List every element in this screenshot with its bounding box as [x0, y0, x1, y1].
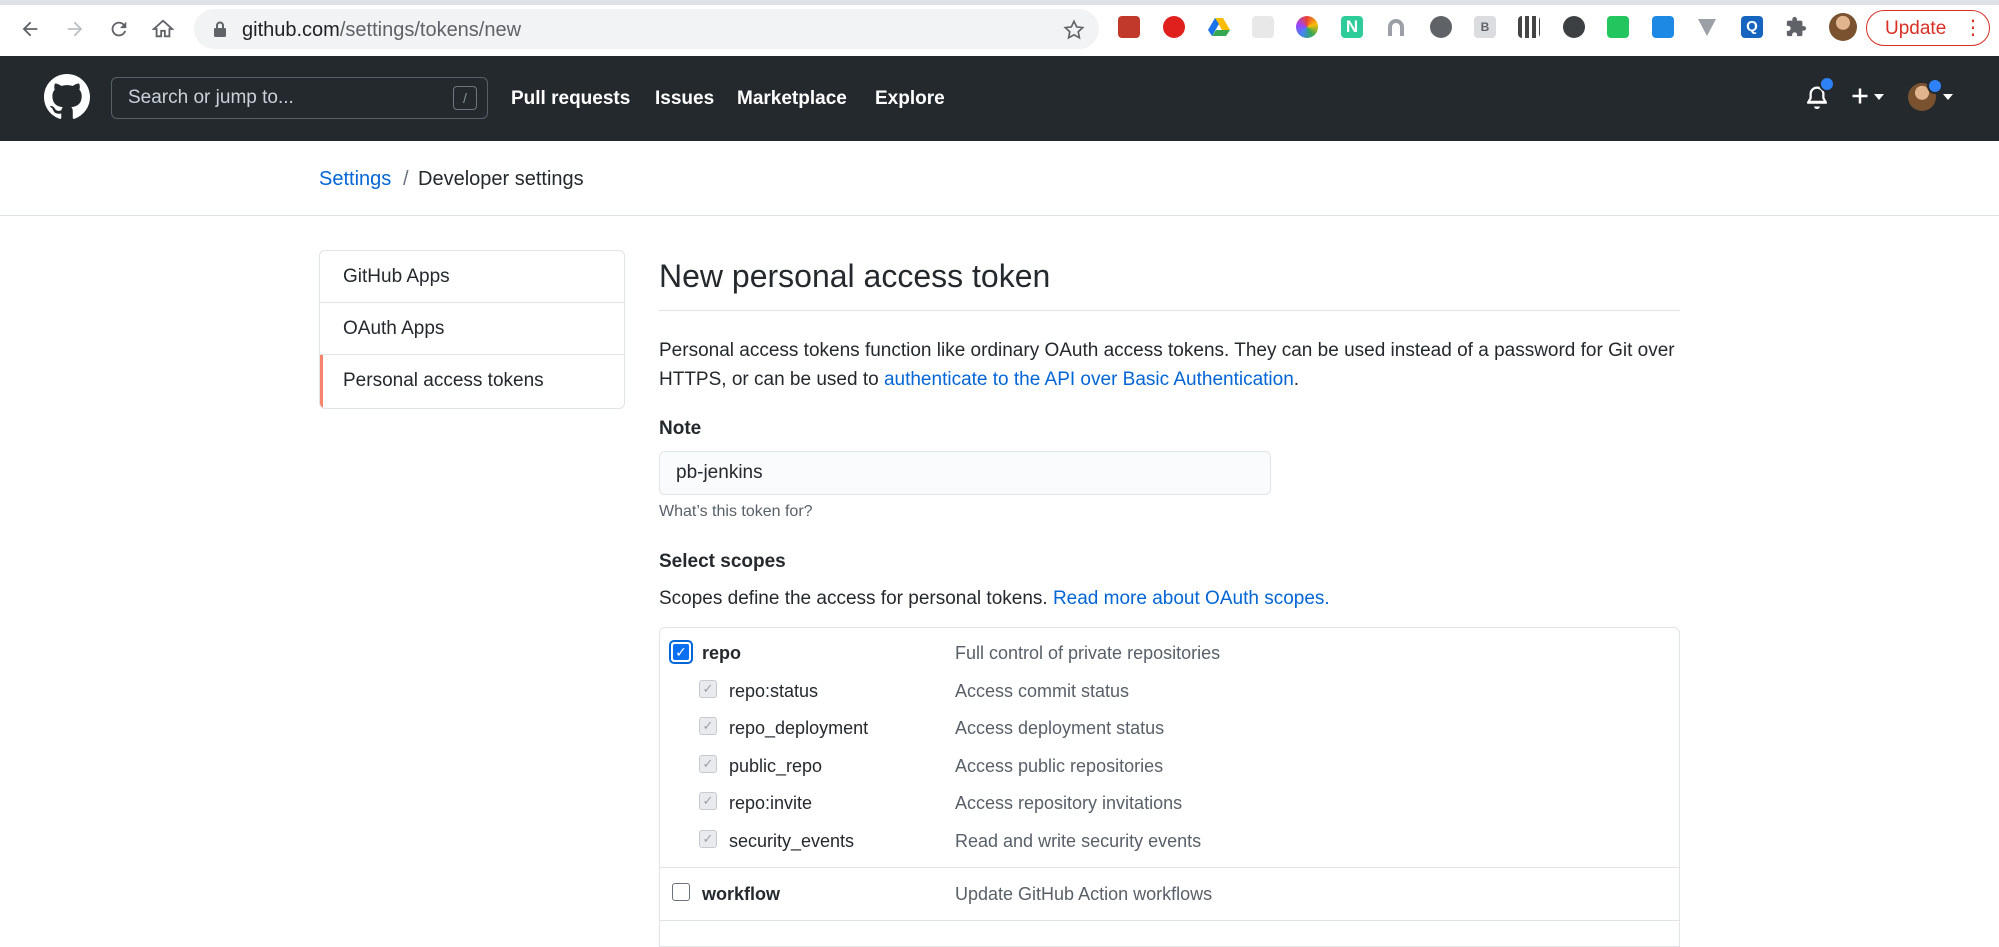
- extensions-puzzle-icon[interactable]: [1785, 16, 1807, 38]
- back-button[interactable]: [15, 14, 45, 44]
- global-search-input[interactable]: Search or jump to... /: [111, 77, 488, 119]
- profile-avatar[interactable]: [1829, 13, 1857, 41]
- nav-marketplace[interactable]: Marketplace: [737, 88, 847, 110]
- menu-dots-icon: ⋮: [1963, 17, 1983, 39]
- public-repo-checkbox[interactable]: ✓: [699, 755, 717, 773]
- scope-desc-repo: Full control of private repositories: [955, 643, 1221, 663]
- reload-icon: [111, 21, 127, 37]
- create-new-button[interactable]: [1850, 86, 1888, 110]
- caret-down-icon: [1874, 94, 1884, 100]
- extension-circle-icon[interactable]: [1430, 16, 1452, 38]
- user-menu-button[interactable]: [1908, 78, 1956, 115]
- repo-invite-checkbox[interactable]: ✓: [699, 792, 717, 810]
- browser-toolbar: github.com/settings/tokens/new N B Q Upd…: [0, 0, 1999, 56]
- breadcrumb-settings-link[interactable]: Settings: [319, 168, 391, 191]
- scopes-text: Scopes define the access for personal to…: [659, 588, 1053, 609]
- scope-desc-repo-deployment: Access deployment status: [955, 718, 1165, 738]
- forward-button[interactable]: [60, 14, 90, 44]
- page-title: New personal access token: [659, 258, 1051, 294]
- notification-dot: [1819, 76, 1835, 92]
- extension-b-icon[interactable]: B: [1474, 16, 1496, 38]
- lock-icon: [214, 21, 226, 37]
- address-bar[interactable]: github.com/settings/tokens/new: [194, 9, 1099, 49]
- extension-q-icon[interactable]: Q: [1741, 16, 1763, 38]
- scope-desc-public-repo: Access public repositories: [955, 756, 1164, 776]
- scope-desc-repo-invite: Access repository invitations: [955, 793, 1183, 813]
- note-input[interactable]: [659, 451, 1271, 495]
- extension-face-icon[interactable]: [1607, 16, 1629, 38]
- scope-name-repo-invite: repo:invite: [729, 793, 813, 813]
- scope-name-repo-deployment: repo_deployment: [729, 718, 869, 738]
- extension-drive-icon[interactable]: [1208, 16, 1230, 38]
- reload-button[interactable]: [104, 14, 134, 44]
- scope-name-repo-status: repo:status: [729, 681, 819, 701]
- arrow-left-icon: [22, 21, 38, 37]
- sidebar-item-label: Personal access tokens: [343, 370, 544, 391]
- tab-strip-edge: [0, 0, 1999, 5]
- extension-book-icon[interactable]: [1118, 16, 1140, 38]
- search-shortcut-key: /: [453, 86, 477, 110]
- security-events-checkbox[interactable]: ✓: [699, 830, 717, 848]
- sidebar-item-label: GitHub Apps: [343, 266, 450, 287]
- token-description: Personal access tokens function like ord…: [659, 336, 1679, 394]
- scopes-description: Scopes define the access for personal to…: [659, 588, 1330, 610]
- sidebar-item-personal-access-tokens[interactable]: Personal access tokens: [320, 355, 624, 408]
- developer-settings-menu: GitHub Apps OAuth Apps Personal access t…: [319, 250, 625, 409]
- extension-inbox-icon[interactable]: [1652, 16, 1674, 38]
- basic-auth-link[interactable]: authenticate to the API over Basic Authe…: [884, 369, 1294, 390]
- extension-opera-icon[interactable]: [1163, 16, 1185, 38]
- extension-colorwheel-icon[interactable]: [1296, 16, 1318, 38]
- sidebar-item-label: OAuth Apps: [343, 318, 445, 339]
- workflow-checkbox[interactable]: [672, 883, 690, 901]
- title-divider: [659, 310, 1680, 311]
- github-header: Search or jump to... / Pull requests Iss…: [0, 56, 1999, 141]
- plus-icon: [1852, 88, 1868, 104]
- caret-down-icon: [1943, 94, 1953, 100]
- scope-name-workflow: workflow: [702, 884, 781, 904]
- arrow-right-icon: [67, 21, 83, 37]
- sidebar-item-oauth-apps[interactable]: OAuth Apps: [320, 303, 624, 355]
- github-logo-icon[interactable]: [44, 74, 90, 120]
- scope-name-public-repo: public_repo: [729, 756, 823, 776]
- extension-moon-icon[interactable]: [1563, 16, 1585, 38]
- breadcrumb-current: Developer settings: [418, 168, 584, 190]
- sidebar-item-github-apps[interactable]: GitHub Apps: [320, 251, 624, 303]
- repo-checkbox[interactable]: ✓: [669, 640, 693, 664]
- scope-divider: [660, 920, 1679, 921]
- note-label: Note: [659, 418, 702, 439]
- note-hint: What’s this token for?: [659, 503, 813, 520]
- update-button[interactable]: Update ⋮: [1866, 10, 1990, 46]
- checkmark-icon: ✓: [673, 644, 689, 660]
- description-end: .: [1293, 369, 1300, 390]
- scope-desc-security-events: Read and write security events: [955, 831, 1202, 851]
- address-url: github.com/settings/tokens/new: [242, 19, 522, 41]
- extension-grid-icon[interactable]: [1252, 16, 1274, 38]
- repo-deployment-checkbox[interactable]: ✓: [699, 717, 717, 735]
- home-icon: [152, 19, 174, 38]
- scope-name-repo: repo: [702, 643, 742, 663]
- breadcrumb-separator: /: [403, 168, 409, 190]
- scope-desc-workflow: Update GitHub Action workflows: [955, 884, 1213, 904]
- extension-arch-icon[interactable]: [1385, 16, 1407, 38]
- scope-desc-repo-status: Access commit status: [955, 681, 1130, 701]
- notifications-button[interactable]: [1805, 76, 1835, 112]
- search-placeholder: Search or jump to...: [128, 87, 294, 108]
- oauth-scopes-link[interactable]: Read more about OAuth scopes.: [1053, 588, 1330, 609]
- extension-v-icon[interactable]: [1696, 16, 1718, 38]
- scope-name-security-events: security_events: [729, 831, 855, 851]
- nav-explore[interactable]: Explore: [875, 88, 945, 110]
- extension-qr-icon[interactable]: [1518, 16, 1540, 38]
- repo-status-checkbox[interactable]: ✓: [699, 680, 717, 698]
- scope-divider: [660, 867, 1679, 868]
- status-dot: [1927, 78, 1943, 94]
- bookmark-star-icon[interactable]: [1063, 19, 1085, 41]
- nav-pull-requests[interactable]: Pull requests: [511, 88, 630, 110]
- select-scopes-heading: Select scopes: [659, 551, 786, 572]
- nav-issues[interactable]: Issues: [655, 88, 714, 110]
- extension-n-icon[interactable]: N: [1341, 16, 1363, 38]
- home-button[interactable]: [148, 14, 178, 44]
- breadcrumb: Settings / Developer settings: [0, 141, 1999, 216]
